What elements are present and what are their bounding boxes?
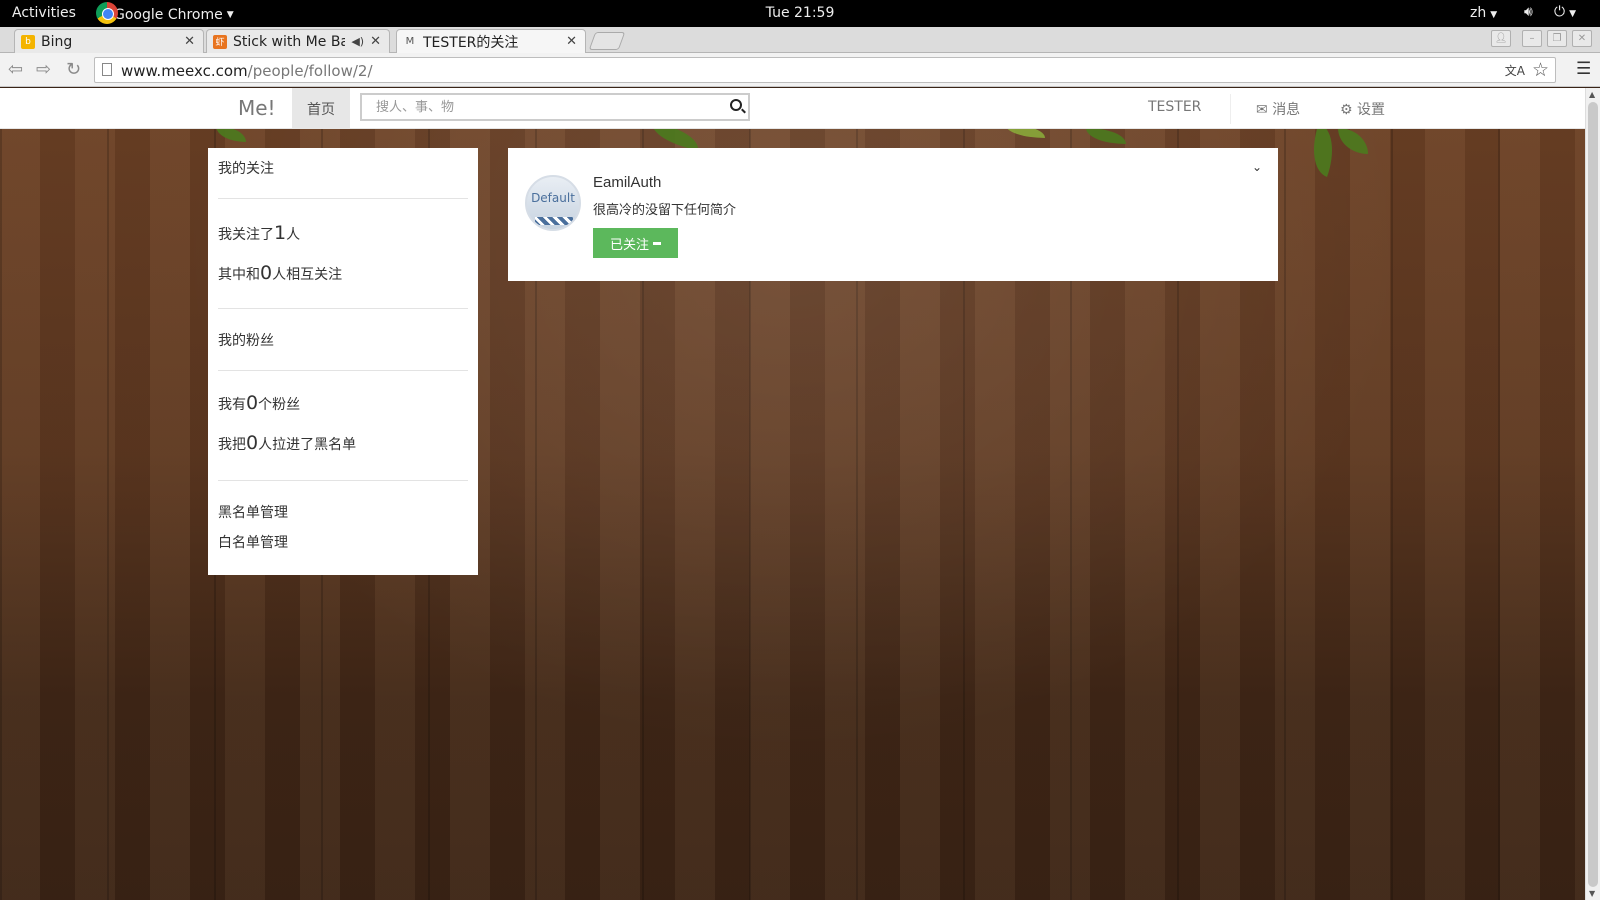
following-count-row: 我关注了1人 xyxy=(218,222,301,244)
my-fans-title[interactable]: 我的粉丝 xyxy=(218,330,274,350)
back-icon[interactable]: ⇦ xyxy=(8,59,23,80)
translate-icon[interactable]: 文A xyxy=(1505,62,1525,79)
page-scrollbar[interactable]: ▲ ▼ xyxy=(1585,88,1600,900)
activities-button[interactable]: Activities xyxy=(12,5,76,21)
close-icon[interactable]: ✕ xyxy=(566,34,577,49)
bing-icon: b xyxy=(21,34,35,49)
search-input[interactable] xyxy=(362,95,712,119)
envelope-icon: ✉ xyxy=(1256,102,1273,118)
audio-playing-icon: ◀) xyxy=(351,35,365,48)
minus-icon xyxy=(653,241,661,245)
followed-user-name[interactable]: EamilAuth xyxy=(593,174,661,191)
blocked-count-row: 我把0人拉进了黑名单 xyxy=(218,432,357,454)
scrollbar-thumb[interactable] xyxy=(1588,102,1598,887)
tab-title: TESTER的关注 xyxy=(423,34,519,51)
new-tab-button[interactable] xyxy=(588,32,626,50)
tab-stick-with-me[interactable]: 虾 Stick with Me Bab ◀) ✕ xyxy=(206,29,390,53)
volume-icon[interactable]: 🔊︎ xyxy=(1524,4,1533,20)
divider xyxy=(218,480,468,481)
nav-home[interactable]: 首页 xyxy=(292,88,350,129)
scroll-up-icon[interactable]: ▲ xyxy=(1589,90,1595,99)
reload-icon[interactable]: ↻ xyxy=(66,59,81,80)
blocked-count: 0 xyxy=(246,432,259,454)
avatar-default-label: Default xyxy=(531,191,575,205)
following-count: 1 xyxy=(274,222,287,244)
mutual-count-row: 其中和0人相互关注 xyxy=(218,262,343,284)
username-link[interactable]: TESTER xyxy=(1148,99,1201,115)
follow-sidebar: 我的关注 我关注了1人 其中和0人相互关注 我的粉丝 我有0个粉丝 我把0人拉进… xyxy=(208,148,478,575)
clock[interactable]: Tue 21:59 xyxy=(766,5,835,21)
search-icon[interactable] xyxy=(730,99,742,111)
chrome-icon xyxy=(96,2,118,24)
my-follows-title[interactable]: 我的关注 xyxy=(218,158,274,178)
window-close-icon[interactable]: ✕ xyxy=(1572,30,1592,47)
minimize-icon[interactable]: – xyxy=(1522,30,1542,47)
fans-count-row: 我有0个粉丝 xyxy=(218,392,301,414)
settings-link[interactable]: ⚙ 设置 xyxy=(1340,99,1385,119)
forward-icon[interactable]: ⇨ xyxy=(36,59,51,80)
site-navbar: Me! 首页 TESTER ✉ 消息 ⚙ 设置 xyxy=(0,88,1585,129)
tab-tester-follow[interactable]: M TESTER的关注 ✕ xyxy=(396,29,586,53)
leaf-decoration xyxy=(1338,128,1368,154)
mutual-count: 0 xyxy=(260,262,273,284)
meexc-icon: M xyxy=(405,36,415,47)
followed-user-card: Default EamilAuth 很高冷的没留下任何简介 已关注 ⌄ xyxy=(508,148,1278,281)
gnome-top-bar: Activities Google Chrome ▼ Tue 21:59 zh ▼… xyxy=(0,0,1600,27)
url-text[interactable]: www.meexc.com/people/follow/2/ xyxy=(121,62,373,80)
close-icon[interactable]: ✕ xyxy=(184,34,195,49)
followed-user-bio: 很高冷的没留下任何简介 xyxy=(593,203,737,218)
divider xyxy=(218,198,468,199)
profile-icon[interactable]: 👤︎ xyxy=(1491,30,1511,47)
messages-link[interactable]: ✉ 消息 xyxy=(1256,99,1300,119)
close-icon[interactable]: ✕ xyxy=(370,34,381,49)
tab-strip: b Bing ✕ 虾 Stick with Me Bab ◀) ✕ M TEST… xyxy=(0,27,1600,53)
restore-icon[interactable]: ❐ xyxy=(1547,30,1567,47)
page-icon xyxy=(102,63,112,76)
tab-title: Stick with Me Bab xyxy=(233,33,346,50)
avatar-stripes xyxy=(535,217,573,225)
language-indicator[interactable]: zh ▼ xyxy=(1470,5,1497,21)
divider xyxy=(218,308,468,309)
app-name: Google Chrome xyxy=(114,6,223,23)
music-site-icon: 虾 xyxy=(213,34,227,49)
gear-icon: ⚙ xyxy=(1340,102,1358,118)
tab-title: Bing xyxy=(41,33,73,50)
browser-toolbar: ⇦ ⇨ ↻ www.meexc.com/people/follow/2/ 文A … xyxy=(0,53,1600,87)
chrome-menu-icon[interactable]: ☰ xyxy=(1576,59,1591,79)
power-icon[interactable]: ⏻ ▼ xyxy=(1554,4,1576,20)
unfollow-button[interactable]: 已关注 xyxy=(593,228,678,258)
leaf-decoration xyxy=(1086,128,1126,144)
scroll-down-icon[interactable]: ▼ xyxy=(1589,889,1595,898)
bookmark-star-icon[interactable]: ☆ xyxy=(1532,59,1549,81)
caret-down-icon: ▼ xyxy=(226,9,234,20)
site-logo[interactable]: Me! xyxy=(238,96,276,120)
tab-bing[interactable]: b Bing ✕ xyxy=(14,29,204,53)
divider xyxy=(218,370,468,371)
avatar[interactable]: Default xyxy=(525,175,581,231)
fans-count: 0 xyxy=(246,392,259,414)
app-menu[interactable]: Google Chrome ▼ xyxy=(96,2,234,24)
chevron-down-icon[interactable]: ⌄ xyxy=(1252,160,1262,174)
page-viewport: Me! 首页 TESTER ✉ 消息 ⚙ 设置 我的关注 我关注了1人 其中和0… xyxy=(0,88,1585,900)
search-box xyxy=(360,93,750,121)
blacklist-management-link[interactable]: 黑名单管理 xyxy=(218,502,288,522)
address-bar[interactable]: www.meexc.com/people/follow/2/ 文A ☆ xyxy=(94,57,1556,83)
nav-divider xyxy=(1230,94,1231,124)
whitelist-management-link[interactable]: 白名单管理 xyxy=(218,532,288,552)
